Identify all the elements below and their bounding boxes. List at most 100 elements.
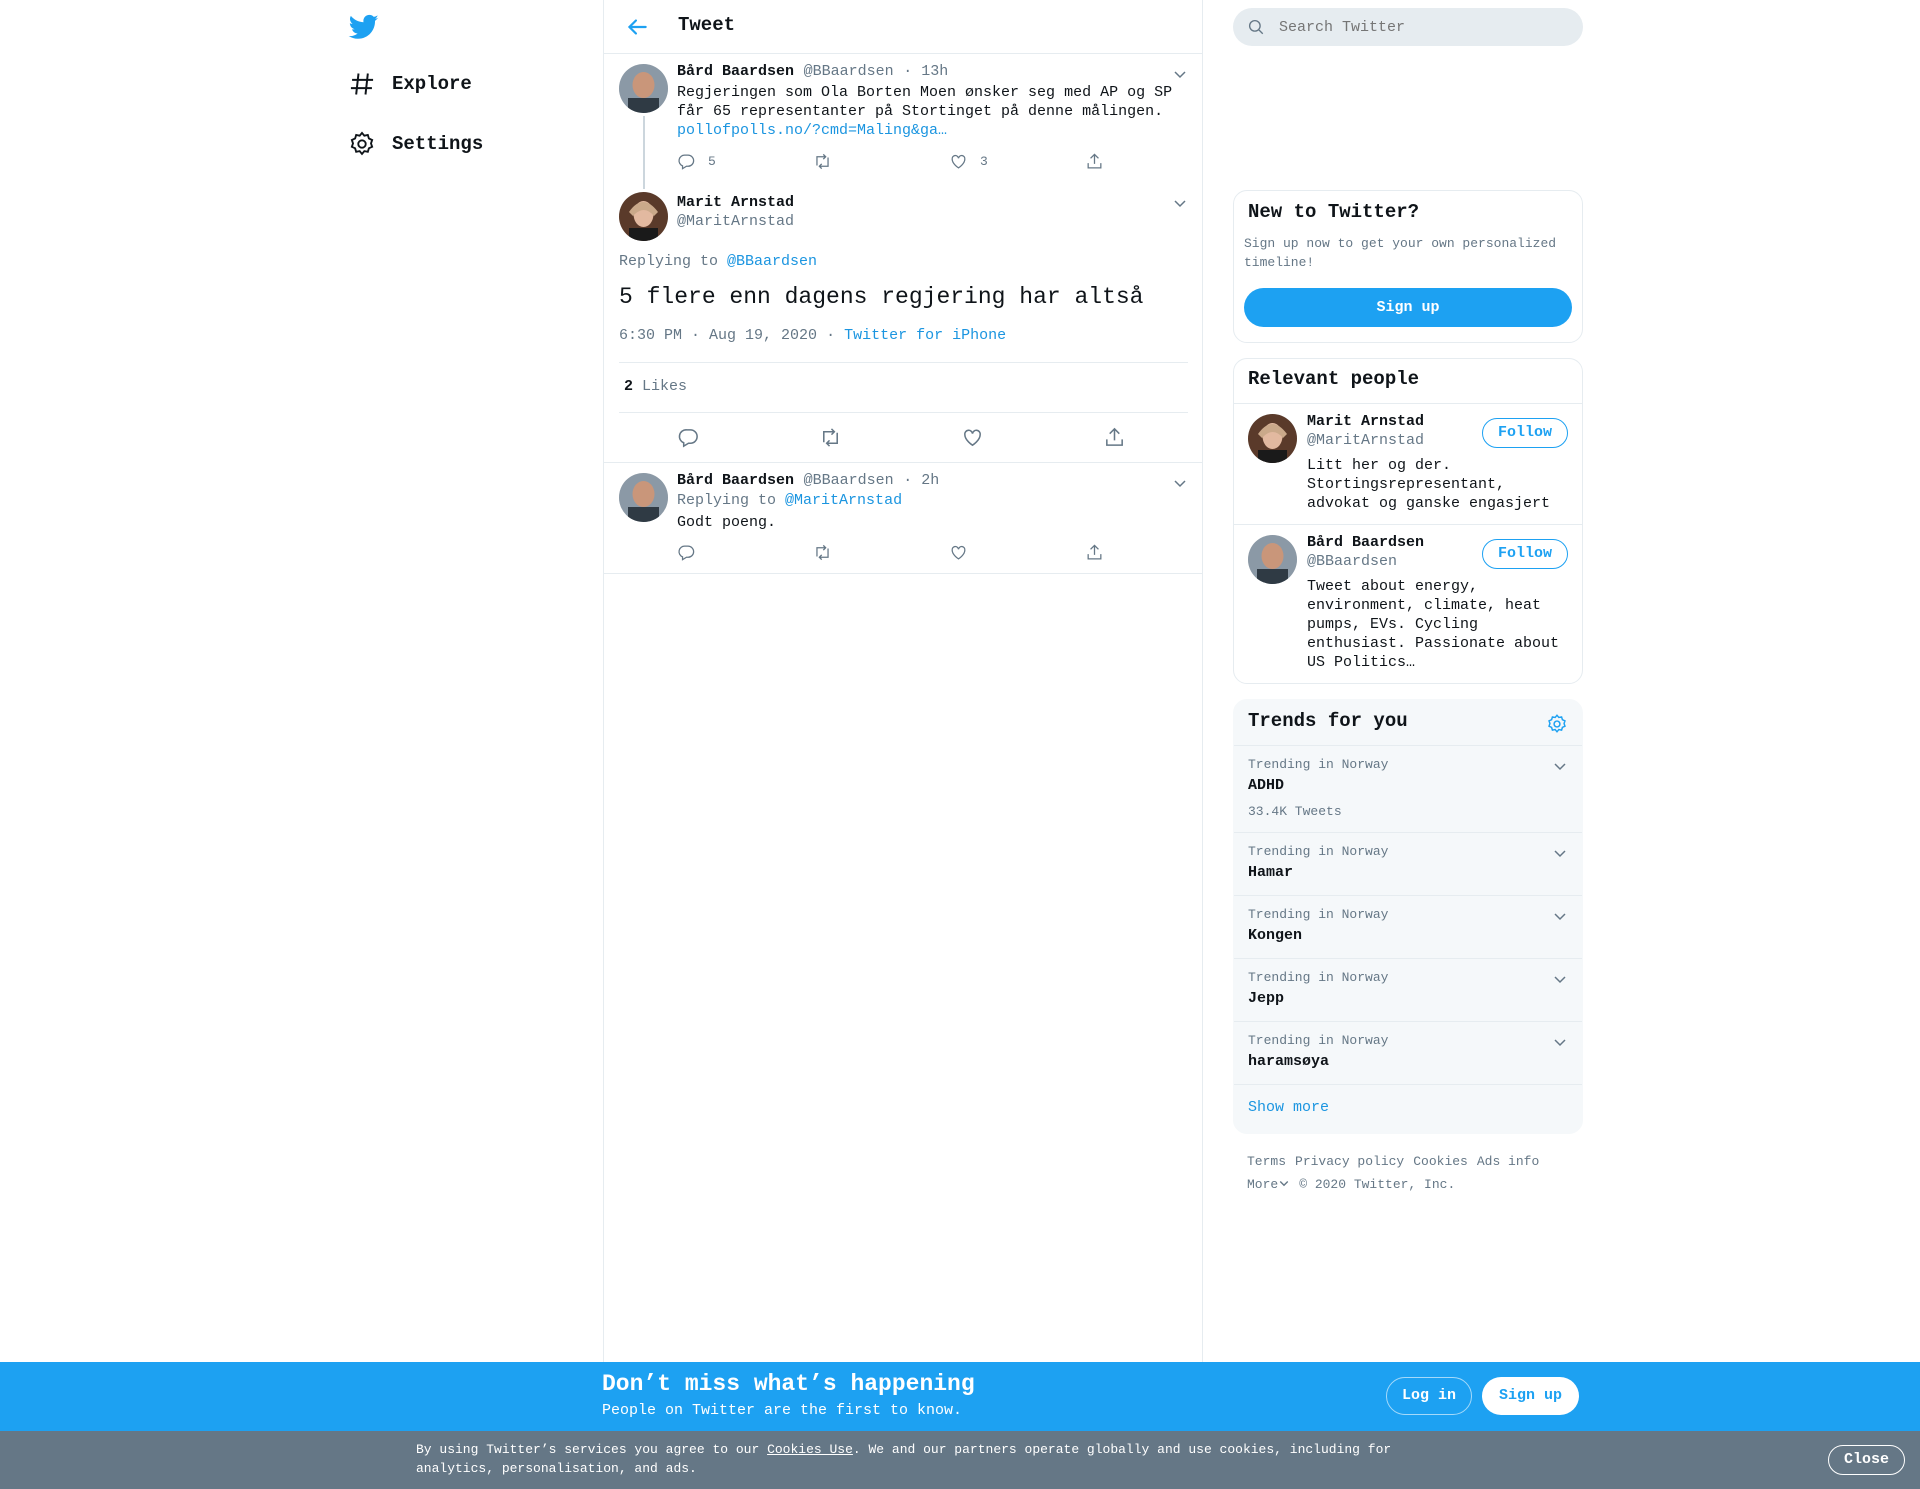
reply-icon — [678, 154, 695, 170]
footer-link-ads-info[interactable]: Ads info — [1477, 1154, 1539, 1169]
footer-link-terms[interactable]: Terms — [1247, 1154, 1286, 1169]
trend-name: Kongen — [1248, 927, 1303, 944]
replying-to-link[interactable]: @BBaardsen — [727, 253, 817, 270]
avatar[interactable] — [619, 64, 668, 113]
like-button[interactable] — [949, 543, 1085, 562]
author-handle[interactable]: @BBaardsen — [804, 63, 894, 80]
chevron-down-icon[interactable] — [1552, 908, 1568, 924]
sign-up-button[interactable]: Sign up — [1244, 288, 1572, 327]
trend-context: Trending in Norway — [1248, 757, 1389, 772]
author-name[interactable]: Bård Baardsen — [677, 63, 794, 80]
thread-line — [643, 116, 645, 189]
footer-more[interactable]: More — [1247, 1177, 1278, 1192]
avatar[interactable] — [1248, 414, 1297, 463]
trend-name: ADHD — [1248, 777, 1285, 794]
avatar[interactable] — [1248, 535, 1297, 584]
replying-to-link[interactable]: @MaritArnstad — [785, 492, 902, 509]
person-handle[interactable]: @BBaardsen — [1307, 553, 1397, 570]
heart-icon — [951, 154, 966, 169]
footer-link-cookies[interactable]: Cookies — [1413, 1154, 1468, 1169]
page-title: Tweet — [678, 14, 736, 36]
nav-explore[interactable]: Explore — [348, 62, 472, 106]
avatar[interactable] — [619, 473, 668, 522]
gear-icon — [350, 131, 374, 156]
share-button[interactable] — [1085, 543, 1221, 562]
back-arrow-icon[interactable] — [624, 14, 650, 40]
footer-link-privacy[interactable]: Privacy policy — [1295, 1154, 1404, 1169]
chevron-down-icon[interactable] — [1172, 475, 1188, 491]
author-handle[interactable]: @BBaardsen — [804, 472, 894, 489]
chevron-down-icon[interactable] — [1552, 758, 1568, 774]
parent-tweet[interactable]: Bård Baardsen @BBaardsen · 13h Regjering… — [604, 54, 1202, 189]
log-in-button[interactable]: Log in — [1386, 1377, 1472, 1415]
twitter-logo-icon[interactable] — [348, 12, 380, 42]
search-box[interactable] — [1233, 8, 1583, 46]
search-icon — [1248, 19, 1264, 35]
trend-item[interactable]: Trending in Norway Kongen — [1234, 895, 1582, 958]
likes-stat[interactable]: 2 Likes — [624, 378, 687, 395]
chevron-down-icon[interactable] — [1552, 971, 1568, 987]
trend-item[interactable]: Trending in Norway ADHD 33.4K Tweets — [1234, 745, 1582, 832]
tweet-text: Godt poeng. — [677, 514, 777, 531]
chevron-down-icon[interactable] — [1278, 1177, 1290, 1189]
person-item[interactable]: Marit Arnstad @MaritArnstad Follow Litt … — [1234, 403, 1582, 524]
divider — [619, 412, 1188, 413]
chevron-down-icon[interactable] — [1552, 845, 1568, 861]
avatar[interactable] — [619, 192, 668, 241]
author-handle[interactable]: @MaritArnstad — [677, 213, 794, 230]
retweet-button[interactable] — [813, 152, 949, 171]
cookie-text-start: By using Twitter’s services you agree to… — [416, 1442, 768, 1457]
separator-dot: · — [826, 327, 836, 344]
chevron-down-icon[interactable] — [1172, 195, 1188, 211]
reply-tweet[interactable]: Bård Baardsen @BBaardsen · 2h Replying t… — [604, 463, 1202, 574]
author-name[interactable]: Marit Arnstad — [677, 194, 794, 211]
tweet-source[interactable]: Twitter for iPhone — [844, 327, 1006, 344]
tweet-timestamp[interactable]: 6:30 PM · Aug 19, 2020 — [619, 327, 817, 344]
author-name[interactable]: Bård Baardsen — [677, 472, 794, 489]
show-more-link[interactable]: Show more — [1248, 1099, 1329, 1116]
retweet-icon — [823, 428, 838, 447]
retweet-button[interactable] — [813, 543, 949, 562]
reply-icon — [678, 429, 698, 448]
tweet-link[interactable]: pollofpolls.no/?cmd=Maling&ga… — [677, 121, 947, 140]
trend-item[interactable]: Trending in Norway Hamar — [1234, 832, 1582, 895]
share-button[interactable] — [1085, 152, 1221, 171]
sign-up-button[interactable]: Sign up — [1482, 1377, 1579, 1415]
gear-icon[interactable] — [1546, 713, 1568, 735]
search-input[interactable] — [1279, 18, 1559, 36]
nav-settings[interactable]: Settings — [348, 122, 483, 166]
main-tweet: Marit Arnstad @MaritArnstad Replying to … — [604, 189, 1202, 463]
like-button[interactable] — [961, 426, 1103, 449]
reply-button[interactable]: 5 — [677, 152, 813, 171]
person-name[interactable]: Marit Arnstad — [1307, 413, 1424, 430]
card-title: Relevant people — [1248, 368, 1420, 390]
tweet-time[interactable]: · 2h — [903, 472, 939, 489]
close-button[interactable]: Close — [1828, 1445, 1905, 1475]
relevant-people-card: Relevant people Marit Arnstad @MaritArns… — [1233, 358, 1583, 684]
card-title: New to Twitter? — [1248, 201, 1420, 223]
follow-button[interactable]: Follow — [1482, 418, 1568, 448]
show-more-row[interactable]: Show more — [1234, 1084, 1582, 1133]
reply-button[interactable] — [677, 543, 813, 562]
follow-button[interactable]: Follow — [1482, 539, 1568, 569]
replying-label: Replying to — [619, 253, 719, 270]
trend-context: Trending in Norway — [1248, 844, 1389, 859]
share-button[interactable] — [1103, 426, 1245, 449]
retweet-button[interactable] — [819, 426, 961, 449]
cookie-banner: By using Twitter’s services you agree to… — [0, 1431, 1920, 1489]
cookies-use-link[interactable]: Cookies Use — [767, 1442, 853, 1457]
copyright: © 2020 Twitter, Inc. — [1299, 1177, 1456, 1192]
chevron-down-icon[interactable] — [1172, 66, 1188, 82]
heart-icon — [951, 545, 966, 560]
person-name[interactable]: Bård Baardsen — [1307, 534, 1424, 551]
tweet-time[interactable]: · 13h — [903, 63, 948, 80]
share-icon — [1087, 544, 1102, 560]
trend-item[interactable]: Trending in Norway Jepp — [1234, 958, 1582, 1021]
person-handle[interactable]: @MaritArnstad — [1307, 432, 1424, 449]
reply-button[interactable] — [677, 426, 819, 449]
chevron-down-icon[interactable] — [1552, 1034, 1568, 1050]
like-button[interactable]: 3 — [949, 152, 1085, 171]
person-item[interactable]: Bård Baardsen @BBaardsen Follow Tweet ab… — [1234, 524, 1582, 683]
trend-item[interactable]: Trending in Norway haramsøya — [1234, 1021, 1582, 1084]
cookie-text: By using Twitter’s services you agree to… — [416, 1440, 1406, 1478]
